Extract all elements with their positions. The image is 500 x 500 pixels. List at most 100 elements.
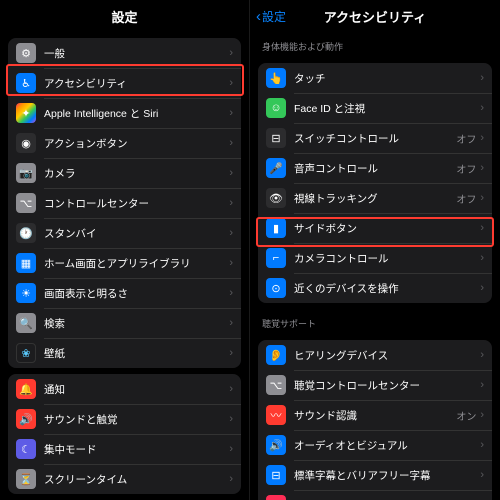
row-standby[interactable]: 🕐 スタンバイ›: [8, 218, 241, 248]
chevron-right-icon: ›: [229, 257, 233, 269]
row-label: Face ID と注視: [294, 101, 480, 116]
row-label: スクリーンタイム: [44, 472, 229, 487]
row-label: アクションボタン: [44, 136, 229, 151]
hearing-control-icon: ⌥: [266, 375, 286, 395]
row-search[interactable]: 🔍 検索›: [8, 308, 241, 338]
row-label: ホーム画面とアプリライブラリ: [44, 256, 229, 271]
row-nearby-devices[interactable]: ⊙近くのデバイスを操作›: [258, 273, 492, 303]
chevron-right-icon: ›: [229, 443, 233, 455]
chevron-right-icon: ›: [480, 132, 484, 144]
screentime-icon: ⏳: [16, 469, 36, 489]
audio-visual-icon: 🔊: [266, 435, 286, 455]
row-eye-tracking[interactable]: 👁視線トラッキングオフ›: [258, 183, 492, 213]
display-icon: ☀: [16, 283, 36, 303]
hearing-icon: 👂: [266, 345, 286, 365]
notifications-icon: 🔔: [16, 379, 36, 399]
row-display[interactable]: ☀画面表示と明るさ›: [8, 278, 241, 308]
settings-group: ⚙一般›♿︎アクセシビリティ›✦Apple Intelligence と Sir…: [8, 38, 241, 368]
row-music-haptics[interactable]: ♪ミュージックの触覚オフ›: [258, 490, 492, 500]
row-gear[interactable]: ⚙一般›: [8, 38, 241, 68]
section-label: 身体機能および動作: [250, 32, 500, 57]
settings-group: 🔔通知›🔊サウンドと触覚›☾集中モード›⏳スクリーンタイム›: [8, 374, 241, 494]
apple-intelligence-icon: ✦: [16, 103, 36, 123]
row-detail: オフ: [456, 191, 476, 206]
row-apple-intelligence[interactable]: ✦Apple Intelligence と Siri›: [8, 98, 241, 128]
row-camera-control[interactable]: ⌐カメラコントロール›: [258, 243, 492, 273]
row-voice-control[interactable]: 🎤音声コントロールオフ›: [258, 153, 492, 183]
row-notifications[interactable]: 🔔通知›: [8, 374, 241, 404]
chevron-right-icon: ›: [229, 287, 233, 299]
wallpaper-icon: ❀: [16, 343, 36, 363]
side-button-icon: ▮: [266, 218, 286, 238]
eye-tracking-icon: 👁: [266, 188, 286, 208]
row-faceid[interactable]: ☺Face ID と注視›: [258, 93, 492, 123]
row-subtitles[interactable]: ⊟標準字幕とバリアフリー字幕›: [258, 460, 492, 490]
focus-icon: ☾: [16, 439, 36, 459]
row-label: タッチ: [294, 71, 480, 86]
row-sounds[interactable]: 🔊サウンドと触覚›: [8, 404, 241, 434]
row-label: アクセシビリティ: [44, 76, 229, 91]
row-switch-control[interactable]: ⊟スイッチコントロールオフ›: [258, 123, 492, 153]
chevron-right-icon: ›: [229, 347, 233, 359]
row-hearing[interactable]: 👂ヒアリングデバイス›: [258, 340, 492, 370]
row-audio-visual[interactable]: 🔊 オーディオとビジュアル›: [258, 430, 492, 460]
subtitles-icon: ⊟: [266, 465, 286, 485]
row-label: カメラコントロール: [294, 251, 480, 266]
chevron-right-icon: ›: [229, 167, 233, 179]
row-action-button[interactable]: ◉アクションボタン›: [8, 128, 241, 158]
row-hearing-control[interactable]: ⌥聴覚コントロールセンター›: [258, 370, 492, 400]
page-title: アクセシビリティ: [324, 7, 427, 26]
row-label: スタンバイ: [44, 226, 229, 241]
chevron-right-icon: ›: [229, 197, 233, 209]
section-label: 聴覚サポート: [250, 309, 500, 334]
chevron-right-icon: ›: [229, 473, 233, 485]
chevron-right-icon: ›: [480, 409, 484, 421]
chevron-right-icon: ›: [480, 379, 484, 391]
row-label: サウンド認識: [294, 408, 456, 423]
chevron-right-icon: ›: [480, 222, 484, 234]
chevron-right-icon: ›: [229, 317, 233, 329]
row-wallpaper[interactable]: ❀ 壁紙›: [8, 338, 241, 368]
switch-control-icon: ⊟: [266, 128, 286, 148]
row-screentime[interactable]: ⏳ スクリーンタイム›: [8, 464, 241, 494]
settings-header: 設定: [0, 0, 249, 32]
row-label: 集中モード: [44, 442, 229, 457]
faceid-icon: ☺: [266, 98, 286, 118]
settings-panel: 設定 ⚙一般›♿︎アクセシビリティ›✦Apple Intelligence と …: [0, 0, 250, 500]
row-home-screen[interactable]: ▦ホーム画面とアプリライブラリ›: [8, 248, 241, 278]
row-focus[interactable]: ☾ 集中モード›: [8, 434, 241, 464]
row-label: オーディオとビジュアル: [294, 438, 480, 453]
row-side-button[interactable]: ▮サイドボタン›: [258, 213, 492, 243]
chevron-right-icon: ›: [229, 227, 233, 239]
chevron-right-icon: ›: [229, 107, 233, 119]
accessibility-group: 👂ヒアリングデバイス›⌥聴覚コントロールセンター›〰サウンド認識オン›🔊オーディ…: [258, 340, 492, 500]
chevron-right-icon: ›: [480, 252, 484, 264]
row-detail: オン: [456, 408, 476, 423]
row-detail: オフ: [456, 131, 476, 146]
voice-control-icon: 🎤: [266, 158, 286, 178]
chevron-right-icon: ›: [229, 383, 233, 395]
back-button[interactable]: ‹ 設定: [256, 8, 286, 25]
nearby-devices-icon: ⊙: [266, 278, 286, 298]
row-camera[interactable]: 📷カメラ›: [8, 158, 241, 188]
chevron-right-icon: ›: [480, 439, 484, 451]
row-sound-recognition[interactable]: 〰サウンド認識オン›: [258, 400, 492, 430]
accessibility-icon: ♿︎: [16, 73, 36, 93]
search-icon: 🔍: [16, 313, 36, 333]
chevron-right-icon: ›: [480, 72, 484, 84]
row-label: 壁紙: [44, 346, 229, 361]
control-center-icon: ⌥: [16, 193, 36, 213]
action-button-icon: ◉: [16, 133, 36, 153]
row-label: 標準字幕とバリアフリー字幕: [294, 468, 480, 483]
row-accessibility[interactable]: ♿︎アクセシビリティ›: [8, 68, 241, 98]
standby-icon: 🕐: [16, 223, 36, 243]
chevron-right-icon: ›: [480, 349, 484, 361]
page-title: 設定: [111, 7, 137, 26]
sounds-icon: 🔊: [16, 409, 36, 429]
row-label: 検索: [44, 316, 229, 331]
row-touch[interactable]: 👆タッチ›: [258, 63, 492, 93]
chevron-right-icon: ›: [229, 47, 233, 59]
row-control-center[interactable]: ⌥コントロールセンター›: [8, 188, 241, 218]
row-detail: オフ: [456, 161, 476, 176]
row-label: サウンドと触覚: [44, 412, 229, 427]
